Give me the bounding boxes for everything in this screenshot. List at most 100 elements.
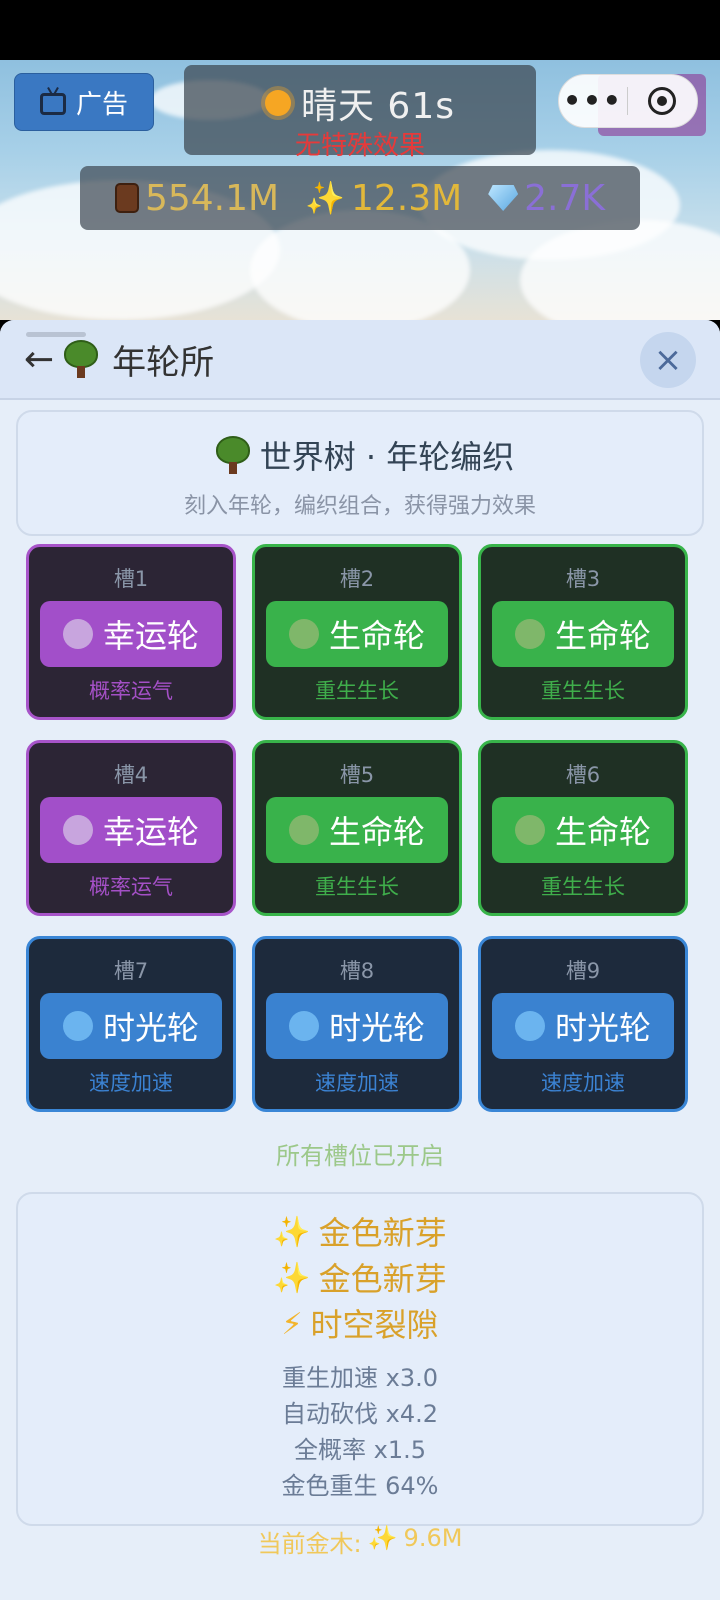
ring-name: 生命轮 xyxy=(554,813,651,851)
sparkle-icon: ✨ xyxy=(273,1215,311,1250)
intro-title: 世界树 · 年轮编织 xyxy=(259,438,515,476)
slot-label: 槽7 xyxy=(113,959,149,983)
current-gold-label: 当前金木: xyxy=(257,1530,362,1558)
slot-label: 槽2 xyxy=(339,567,375,591)
ring-name: 生命轮 xyxy=(328,617,425,655)
close-icon: × xyxy=(653,340,683,380)
slot-4[interactable]: 槽4 幸运轮 概率运气 xyxy=(26,740,236,916)
stat-line: 自动砍伐 x4.2 xyxy=(282,1400,438,1428)
sparkle-icon: ✨ xyxy=(273,1261,311,1296)
resource-sparkle-value: 12.3M xyxy=(350,177,463,219)
slot-3[interactable]: 槽3 生命轮 重生生长 xyxy=(478,544,688,720)
lightning-icon: ⚡ xyxy=(281,1307,303,1342)
intro-subtitle: 刻入年轮，编织组合，获得强力效果 xyxy=(183,494,536,519)
weather-panel: 晴天 61s 无特殊效果 xyxy=(184,65,536,161)
ring-desc: 重生生长 xyxy=(315,875,399,899)
intro-card: 世界树 · 年轮编织 刻入年轮，编织组合，获得强力效果 xyxy=(16,410,704,536)
back-arrow-icon[interactable]: ← xyxy=(24,339,54,380)
tree-icon xyxy=(215,436,250,474)
combo-item: ⚡ 时空裂隙 xyxy=(18,1302,702,1348)
ring-desc: 概率运气 xyxy=(89,875,173,899)
stat-line: 金色重生 64% xyxy=(281,1472,439,1500)
slot-label: 槽6 xyxy=(565,763,601,787)
sparkle-icon: ✨ xyxy=(367,1524,398,1552)
page-title: 年轮所 xyxy=(112,342,215,383)
ring-desc: 重生生长 xyxy=(541,679,625,703)
slot-6[interactable]: 槽6 生命轮 重生生长 xyxy=(478,740,688,916)
slot-5[interactable]: 槽5 生命轮 重生生长 xyxy=(252,740,462,916)
combo-name: 金色新芽 xyxy=(318,1260,447,1298)
ring-dot-icon xyxy=(62,1011,93,1041)
close-button[interactable]: × xyxy=(640,332,696,388)
ring-desc: 速度加速 xyxy=(541,1071,625,1095)
resource-wood-value: 554.1M xyxy=(144,177,280,219)
ring-name: 时光轮 xyxy=(328,1009,425,1047)
ring-pill[interactable]: 生命轮 xyxy=(266,797,448,863)
combo-name: 时空裂隙 xyxy=(310,1306,439,1344)
slot-9[interactable]: 槽9 时光轮 速度加速 xyxy=(478,936,688,1112)
resource-wood: 554.1M xyxy=(114,177,280,219)
ring-dot-icon xyxy=(514,619,545,649)
ring-dot-icon xyxy=(288,1011,319,1041)
ring-desc: 速度加速 xyxy=(315,1071,399,1095)
slot-8[interactable]: 槽8 时光轮 速度加速 xyxy=(252,936,462,1112)
current-gold-value: 9.6M xyxy=(403,1524,463,1552)
ring-dot-icon xyxy=(514,1011,545,1041)
ring-desc: 速度加速 xyxy=(89,1071,173,1095)
ring-pill[interactable]: 生命轮 xyxy=(492,601,674,667)
combo-effects-card: ✨ 金色新芽 ✨ 金色新芽 ⚡ 时空裂隙 重生加速 x3.0 自动砍伐 x4.2 全概… xyxy=(16,1192,704,1526)
slot-label: 槽3 xyxy=(565,567,601,591)
ring-pill[interactable]: 生命轮 xyxy=(492,797,674,863)
ring-pill[interactable]: 生命轮 xyxy=(266,601,448,667)
ring-desc: 重生生长 xyxy=(315,679,399,703)
slot-label: 槽8 xyxy=(339,959,375,983)
tv-icon xyxy=(39,92,66,115)
resource-diamond-value: 2.7K xyxy=(524,177,606,219)
close-miniprogram-button[interactable] xyxy=(628,87,696,115)
ring-desc: 重生生长 xyxy=(541,875,625,899)
wood-icon xyxy=(114,183,139,213)
sheet-header: ← 年轮所 × xyxy=(0,320,720,400)
ring-name: 生命轮 xyxy=(554,617,651,655)
ring-name: 时光轮 xyxy=(102,1009,199,1047)
weather-effect: 无特殊效果 xyxy=(294,131,425,161)
slot-label: 槽9 xyxy=(565,959,601,983)
slot-label: 槽5 xyxy=(339,763,375,787)
ring-name: 幸运轮 xyxy=(102,617,199,655)
combo-item: ✨ 金色新芽 xyxy=(18,1256,702,1302)
slot-1[interactable]: 槽1 幸运轮 概率运气 xyxy=(26,544,236,720)
slot-2[interactable]: 槽2 生命轮 重生生长 xyxy=(252,544,462,720)
resource-sparkle: ✨ 12.3M xyxy=(305,178,462,219)
ring-name: 幸运轮 xyxy=(102,813,199,851)
drag-handle[interactable] xyxy=(26,332,86,337)
stat-line: 重生加速 x3.0 xyxy=(282,1364,438,1392)
ring-name: 时光轮 xyxy=(554,1009,651,1047)
ring-dot-icon xyxy=(62,619,93,649)
resource-diamond: 2.7K xyxy=(488,178,605,219)
combo-item: ✨ 金色新芽 xyxy=(18,1210,702,1256)
tree-icon xyxy=(64,340,99,378)
ring-workshop-sheet: ← 年轮所 × 世界树 · 年轮编织 刻入年轮，编织组合，获得强力效果 槽1 幸… xyxy=(0,320,720,1600)
ring-dot-icon xyxy=(514,815,545,845)
ring-dot-icon xyxy=(62,815,93,845)
ring-pill[interactable]: 幸运轮 xyxy=(40,601,222,667)
ring-pill[interactable]: 时光轮 xyxy=(40,993,222,1059)
ad-button[interactable]: 广告 xyxy=(14,73,154,131)
ring-pill[interactable]: 时光轮 xyxy=(492,993,674,1059)
weather-text: 晴天 61s xyxy=(300,86,455,127)
ring-pill[interactable]: 幸运轮 xyxy=(40,797,222,863)
ring-dot-icon xyxy=(288,815,319,845)
all-slots-open-text: 所有槽位已开启 xyxy=(276,1142,444,1170)
more-button[interactable]: ••• xyxy=(559,76,627,126)
miniprogram-capsule[interactable]: ••• xyxy=(558,74,698,128)
stat-line: 全概率 x1.5 xyxy=(294,1436,426,1464)
diamond-icon xyxy=(488,185,519,211)
sparkle-icon: ✨ xyxy=(305,179,345,217)
slot-label: 槽1 xyxy=(113,567,149,591)
ring-pill[interactable]: 时光轮 xyxy=(266,993,448,1059)
current-gold: 当前金木: ✨ 9.6M xyxy=(0,1524,720,1559)
ad-button-label: 广告 xyxy=(75,89,128,120)
slot-7[interactable]: 槽7 时光轮 速度加速 xyxy=(26,936,236,1112)
combo-name: 金色新芽 xyxy=(318,1214,447,1252)
target-icon xyxy=(648,87,676,115)
